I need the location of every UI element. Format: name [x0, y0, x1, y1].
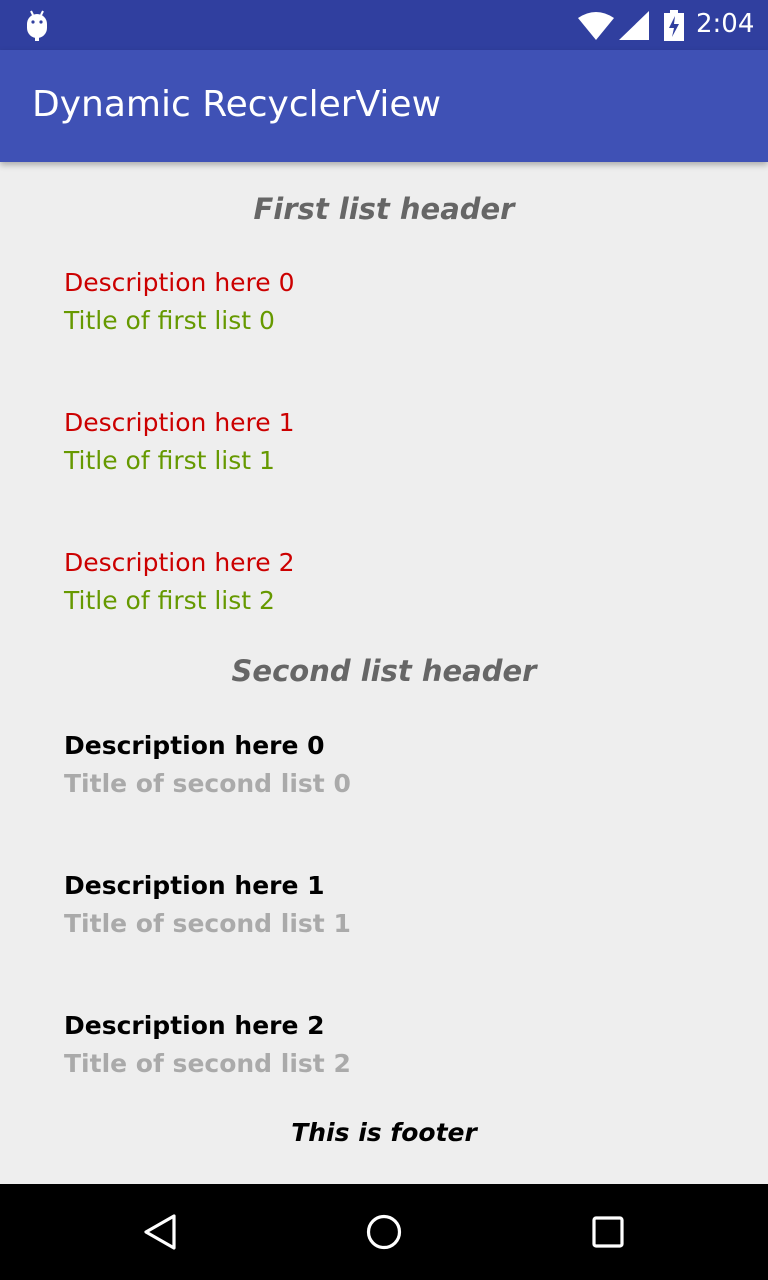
- signal-icon: [619, 11, 649, 40]
- home-icon: [366, 1214, 402, 1250]
- wifi-icon: [578, 12, 614, 40]
- app-title: Dynamic RecyclerView: [32, 84, 442, 125]
- battery-charging-icon: [664, 10, 684, 41]
- navigation-bar: [0, 1184, 768, 1280]
- first-list-item-2[interactable]: Description here 2 Title of first list 2: [64, 544, 704, 620]
- list-footer: This is footer: [291, 1118, 477, 1147]
- item-description: Description here 1: [64, 408, 295, 437]
- home-button[interactable]: [358, 1208, 410, 1256]
- item-title: Title of second list 2: [64, 1049, 351, 1078]
- status-time: 2:04: [696, 9, 755, 39]
- item-description: Description here 2: [64, 548, 295, 577]
- back-button[interactable]: [134, 1208, 186, 1256]
- item-title: Title of first list 0: [64, 306, 275, 335]
- first-list-item-1[interactable]: Description here 1 Title of first list 1: [64, 404, 704, 480]
- second-list-header: Second list header: [231, 654, 537, 688]
- item-title: Title of first list 1: [64, 446, 275, 475]
- item-description: Description here 2: [64, 1011, 325, 1040]
- item-description: Description here 1: [64, 871, 325, 900]
- second-list-item-0[interactable]: Description here 0 Title of second list …: [64, 727, 704, 803]
- item-title: Title of second list 1: [64, 909, 351, 938]
- android-debug-icon: [27, 10, 47, 41]
- first-list-item-0[interactable]: Description here 0 Title of first list 0: [64, 264, 704, 340]
- status-bar: 2:04: [0, 0, 768, 50]
- second-list-item-2[interactable]: Description here 2 Title of second list …: [64, 1007, 704, 1083]
- recents-button[interactable]: [582, 1208, 634, 1256]
- recents-icon: [592, 1216, 624, 1248]
- back-icon: [144, 1214, 176, 1250]
- item-description: Description here 0: [64, 268, 295, 297]
- second-list-item-1[interactable]: Description here 1 Title of second list …: [64, 867, 704, 943]
- item-description: Description here 0: [64, 731, 325, 760]
- first-list-header: First list header: [253, 192, 515, 226]
- item-title: Title of second list 0: [64, 769, 351, 798]
- app-bar: Dynamic RecyclerView: [0, 50, 768, 162]
- item-title: Title of first list 2: [64, 586, 275, 615]
- recycler-view[interactable]: First list header Description here 0 Tit…: [0, 162, 768, 1184]
